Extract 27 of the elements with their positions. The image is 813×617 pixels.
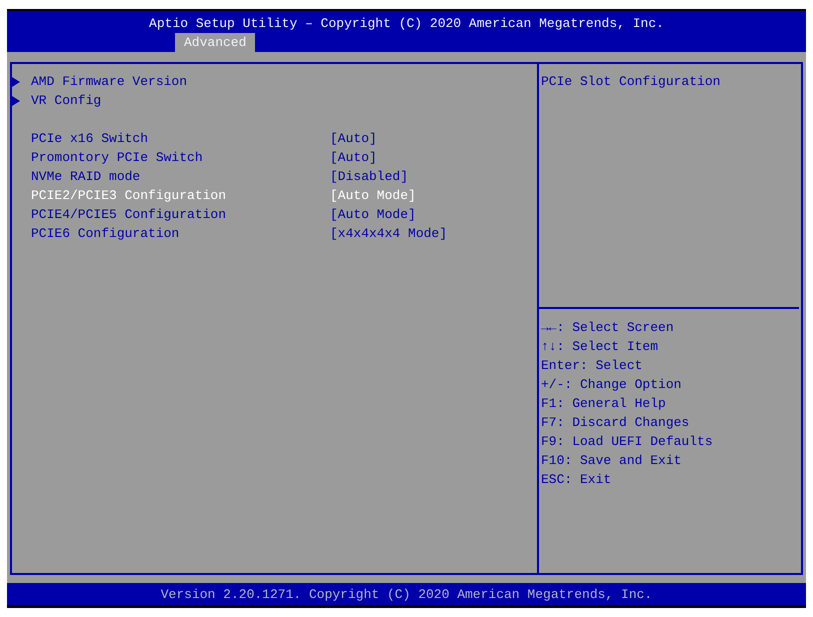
footer-text: Version 2.20.1271. Copyright (C) 2020 American Megatrends, Inc. — [160, 587, 652, 602]
setting-value[interactable]: [Auto Mode] — [330, 207, 416, 222]
key-hint: →←: Select Screen — [541, 320, 674, 335]
setting-label[interactable]: PCIE6 Configuration — [31, 224, 330, 243]
setting-value[interactable]: [Auto] — [330, 131, 377, 146]
setting-value[interactable]: [Auto Mode] — [330, 188, 416, 203]
submenu-item[interactable]: VR Config — [31, 91, 102, 110]
key-hint: Enter: Select — [541, 358, 642, 373]
help-description: PCIe Slot Configuration — [541, 74, 720, 89]
key-hint: ESC: Exit — [541, 472, 612, 487]
setting-label[interactable]: Promontory PCIe Switch — [31, 148, 330, 167]
key-hint: F9: Load UEFI Defaults — [541, 434, 713, 449]
setting-label[interactable]: PCIE2/PCIE3 Configuration — [31, 186, 330, 205]
key-hint: +/-: Change Option — [541, 377, 682, 392]
setting-value[interactable]: [Auto] — [330, 150, 377, 165]
setting-value[interactable]: [x4x4x4x4 Mode] — [330, 226, 448, 241]
submenu-item[interactable]: AMD Firmware Version — [31, 72, 188, 91]
setting-label[interactable]: PCIE4/PCIE5 Configuration — [31, 205, 330, 224]
setting-label[interactable]: PCIe x16 Switch — [31, 129, 330, 148]
key-hint: F1: General Help — [541, 396, 666, 411]
key-hint: ↑↓: Select Item — [541, 339, 658, 354]
setting-value[interactable]: [Disabled] — [330, 169, 408, 184]
window-title: Aptio Setup Utility – Copyright (C) 2020 American Megatrends, Inc. — [148, 15, 665, 33]
key-hint: F7: Discard Changes — [541, 415, 690, 430]
menu-tab[interactable]: Advanced — [175, 33, 256, 52]
key-hint: F10: Save and Exit — [541, 453, 682, 468]
setting-label[interactable]: NVMe RAID mode — [31, 167, 330, 186]
